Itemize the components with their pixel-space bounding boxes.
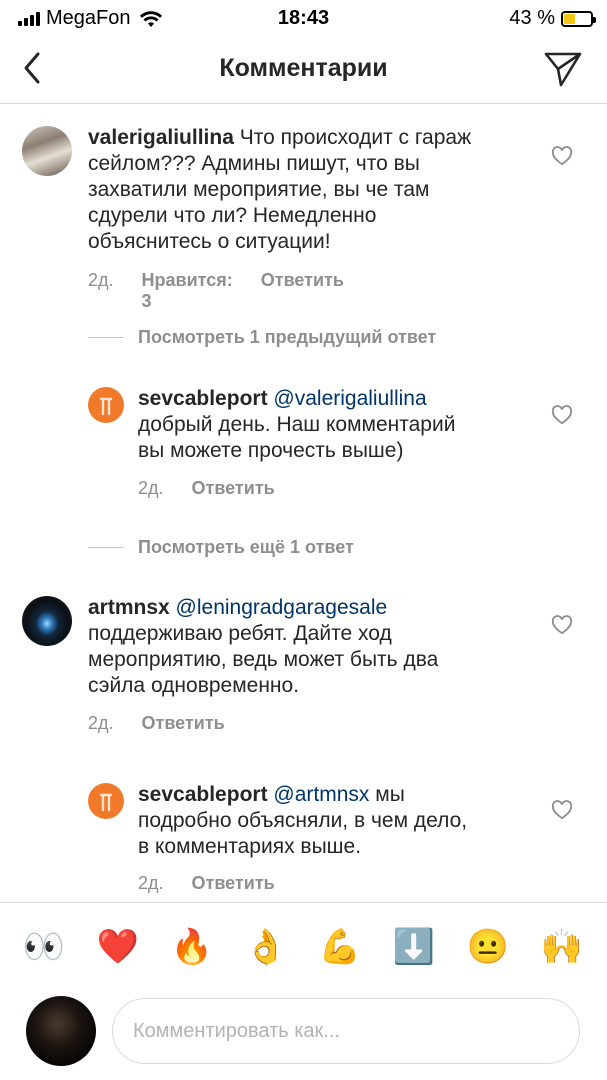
sevcableport-logo-icon [99,793,113,812]
heart-icon[interactable] [551,405,573,425]
down-arrow-emoji-button[interactable]: ⬇️ [390,925,438,969]
page-title: Комментарии [219,54,388,82]
comment-username[interactable]: sevcableport [138,387,268,410]
comment-meta: 2д. Ответить [88,713,225,734]
battery-percent: 43 % [509,7,555,29]
reply-button[interactable]: Ответить [192,478,275,499]
comment-username[interactable]: artmnsx [88,596,170,619]
comment-line: мы [375,783,405,806]
comment-line: добрый день. Наш комментарий [138,413,456,436]
comment-meta: 2д. Ответить [138,478,275,499]
comment-meta: 2д. Ответить [138,873,275,894]
avatar[interactable] [22,126,72,176]
reply-button[interactable]: Ответить [192,873,275,894]
comment-line: вы можете прочесть выше) [138,439,404,462]
comment-text: artmnsx @leningradgaragesale поддерживаю… [88,595,538,699]
fire-emoji-button[interactable]: 🔥 [168,925,216,969]
comment-line: подробно объясняли, в чем дело, [138,809,468,832]
flexed-biceps-emoji-button[interactable]: 💪 [316,925,364,969]
comment-meta: 2д. Нравится: 3 Ответить [88,270,344,312]
avatar[interactable] [88,387,124,423]
battery-icon [561,10,596,27]
heart-emoji-button[interactable]: ❤️ [94,925,142,969]
eyes-emoji-button[interactable]: 👀 [20,925,68,969]
comment-line: поддерживаю ребят. Дайте ход [88,622,392,645]
ok-hand-emoji-button[interactable]: 👌 [242,925,290,969]
avatar [26,996,96,1066]
sevcableport-logo-icon [99,397,113,416]
nav-bar: Комментарии [0,36,607,104]
heart-icon[interactable] [551,146,573,166]
divider [88,547,124,548]
comment-line: сейлом??? Админы пишут, что вы [88,152,420,175]
comment-username[interactable]: valerigaliullina [88,126,234,149]
comment-time: 2д. [88,713,114,733]
comment-line: захватили мероприятие, вы че там [88,178,430,201]
comment-composer [0,992,607,1080]
divider [88,337,124,338]
comment-time: 2д. [138,873,164,893]
comment-time: 2д. [138,478,164,498]
comment-username[interactable]: sevcableport [138,783,268,806]
comment-line: сэйла одновременно. [88,674,300,697]
likes-count[interactable]: Нравится: 3 [142,270,233,312]
comment-line: мероприятию, ведь может быть два [88,648,439,671]
view-previous-replies[interactable]: Посмотреть 1 предыдущий ответ [88,327,436,348]
comment-time: 2д. [88,270,114,290]
status-bar: MegaFon 18:43 43 % [0,0,607,36]
comment-line: в комментариях выше. [138,835,362,858]
comment-line: сдурели что ли? Немедленно [88,204,377,227]
quick-emoji-bar: 👀 ❤️ 🔥 👌 💪 ⬇️ 😐 🙌 [0,902,607,992]
neutral-face-emoji-button[interactable]: 😐 [464,925,512,969]
mention-link[interactable]: @leningradgaragesale [176,596,388,619]
view-more-replies[interactable]: Посмотреть ещё 1 ответ [88,537,354,558]
avatar[interactable] [22,596,72,646]
mention-link[interactable]: @artmnsx [273,783,369,806]
battery-level [564,13,576,24]
comment-text: sevcableport @artmnsx мы подробно объясн… [138,782,538,860]
comment-line: объяснитесь о ситуации! [88,230,331,253]
comment-text: sevcableport @valerigaliullina добрый де… [138,386,538,464]
comment-line: Что происходит с гараж [239,126,472,149]
mention-link[interactable]: @valerigaliullina [273,387,426,410]
view-replies-label: Посмотреть ещё 1 ответ [138,537,354,557]
comment-input[interactable] [112,998,580,1064]
reply-button[interactable]: Ответить [261,270,344,312]
avatar[interactable] [88,783,124,819]
heart-icon[interactable] [551,615,573,635]
comment-text: valerigaliullina Что происходит с гараж … [88,125,538,255]
heart-icon[interactable] [551,800,573,820]
raising-hands-emoji-button[interactable]: 🙌 [538,925,586,969]
status-right: 43 % [509,7,596,30]
paper-plane-icon[interactable] [543,50,583,88]
view-replies-label: Посмотреть 1 предыдущий ответ [138,327,437,347]
reply-button[interactable]: Ответить [142,713,225,734]
